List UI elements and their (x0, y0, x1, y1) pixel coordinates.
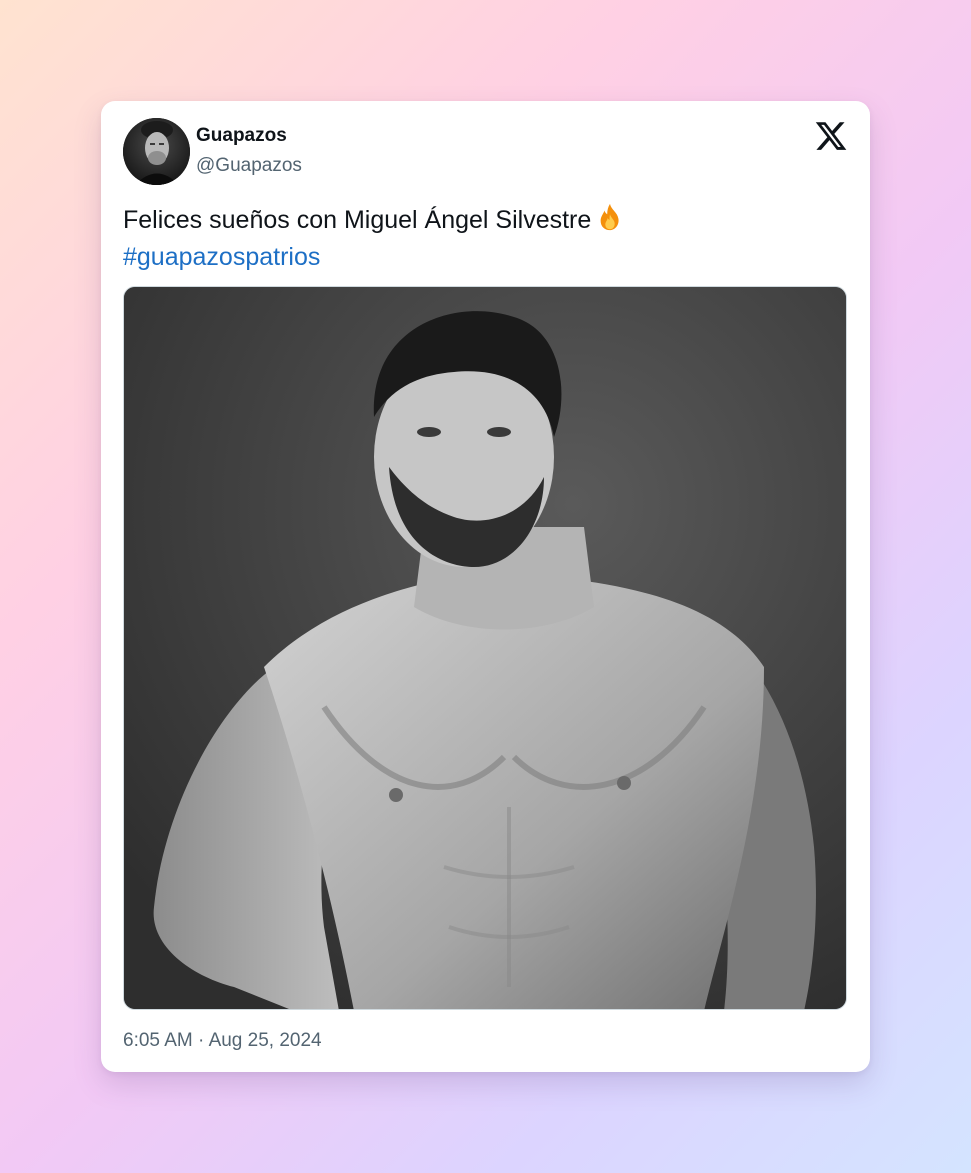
tweet-time: 6:05 AM (123, 1030, 193, 1051)
user-handle[interactable]: @Guapazos (196, 154, 302, 178)
tweet-header: Guapazos @Guapazos (123, 118, 848, 186)
tweet-body: Felices sueños con Miguel Ángel Silvestr… (123, 206, 592, 234)
timestamp-separator: · (192, 1030, 209, 1051)
x-logo-icon[interactable] (814, 119, 848, 153)
tweet-text-line: Felices sueños con Miguel Ángel Silvestr… (123, 202, 848, 241)
fire-icon (595, 202, 625, 241)
tweet-photo[interactable] (123, 286, 847, 1010)
tweet-timestamp[interactable]: 6:05 AM · Aug 25, 2024 (123, 1029, 322, 1053)
tweet-text: Felices sueños con Miguel Ángel Silvestr… (123, 202, 848, 274)
display-name[interactable]: Guapazos (196, 124, 302, 148)
tweet-card: Guapazos @Guapazos Felices sueños con Mi… (101, 101, 870, 1072)
user-info: Guapazos @Guapazos (196, 124, 302, 178)
tweet-hashtag-line: #guapazospatrios (123, 241, 848, 274)
hashtag-link[interactable]: #guapazospatrios (123, 243, 320, 271)
avatar[interactable] (123, 118, 190, 185)
tweet-date: Aug 25, 2024 (208, 1030, 322, 1051)
